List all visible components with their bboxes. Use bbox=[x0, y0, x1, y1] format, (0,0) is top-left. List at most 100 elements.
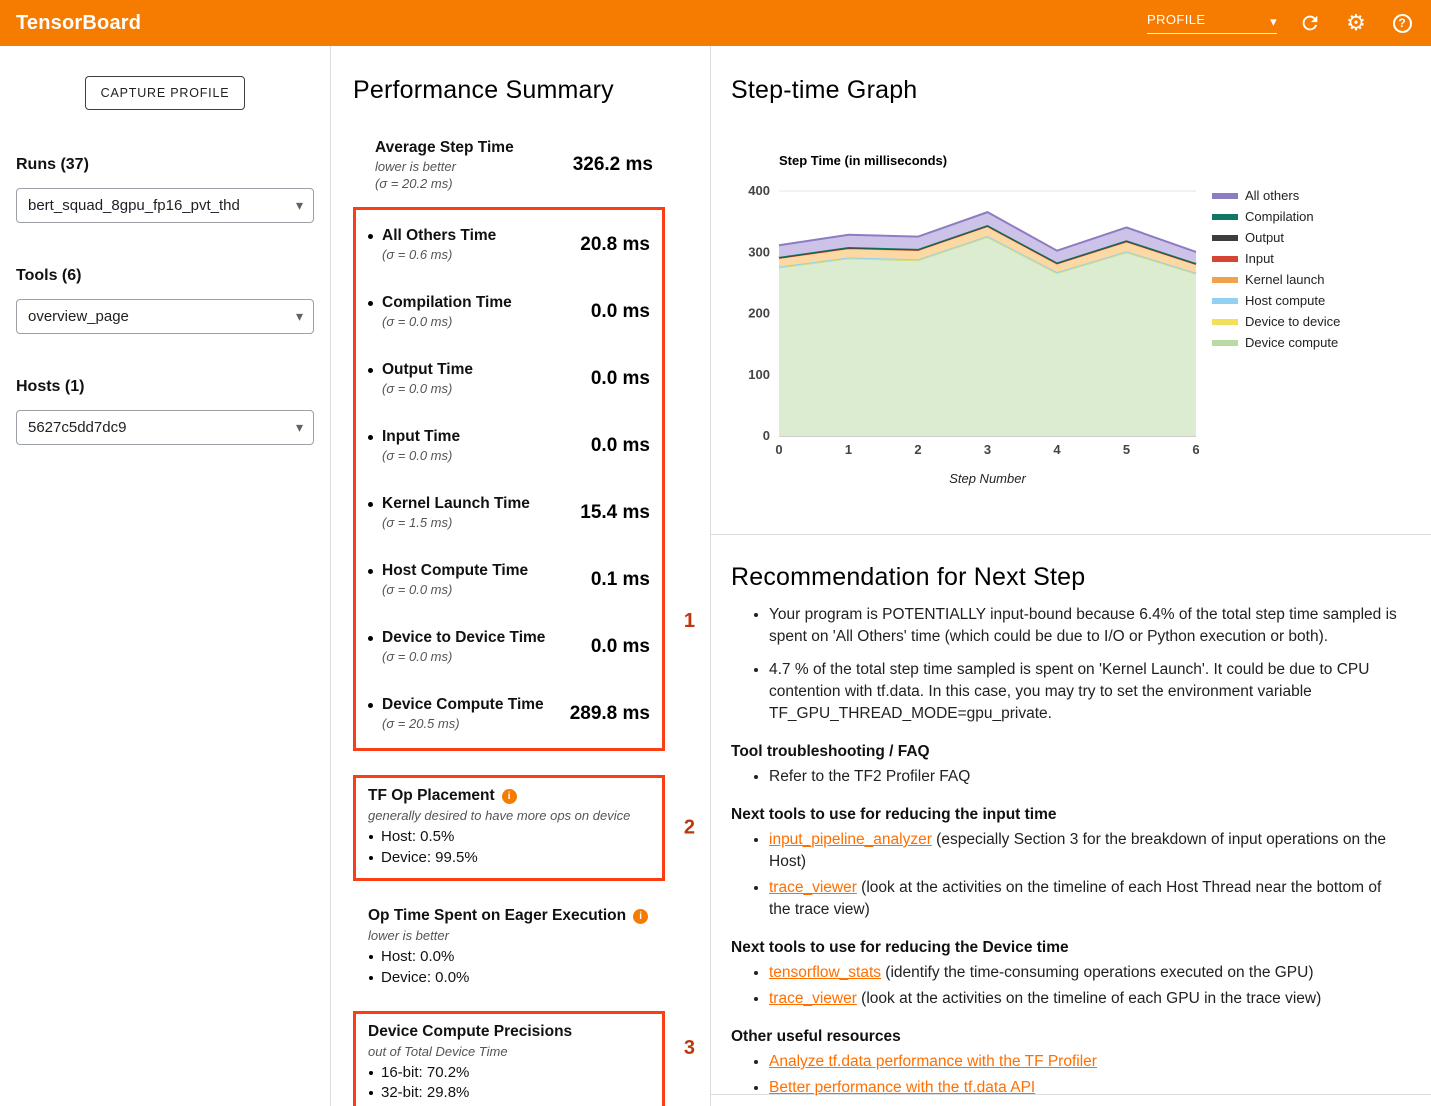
metric-left: Compilation Time (σ = 0.0 ms) bbox=[368, 294, 512, 329]
metric-value: 289.8 ms bbox=[570, 703, 650, 725]
eager-execution-title: Op Time Spent on Eager Execution bbox=[368, 907, 626, 925]
svg-text:Device to device: Device to device bbox=[1245, 314, 1340, 329]
bullet-icon bbox=[368, 636, 373, 641]
right-panel: Step-time Graph 01002003004000123456Step… bbox=[711, 46, 1431, 1106]
metric-sigma: (σ = 1.5 ms) bbox=[382, 515, 530, 530]
metric-sigma: (σ = 0.0 ms) bbox=[382, 649, 545, 664]
metric-sigma: (σ = 20.5 ms) bbox=[382, 716, 544, 731]
metric-sigma: (σ = 0.6 ms) bbox=[382, 247, 496, 262]
metric-text: Device to Device Time(σ = 0.0 ms) bbox=[382, 629, 545, 664]
metric-row: All Others Time(σ = 0.6 ms)20.8 ms bbox=[356, 211, 662, 278]
recommendation-link[interactable]: tensorflow_stats bbox=[769, 964, 881, 981]
precisions-annotation-wrap: Device Compute Precisions out of Total D… bbox=[353, 1011, 665, 1106]
tf-op-placement-box: TF Op Placement i generally desired to h… bbox=[353, 775, 665, 881]
metric-row: Kernel Launch Time(σ = 1.5 ms)15.4 ms bbox=[356, 479, 662, 546]
metric-label: All Others Time bbox=[382, 227, 496, 245]
metric-value: 0.1 ms bbox=[591, 569, 650, 591]
hosts-label: Hosts (1) bbox=[16, 378, 314, 396]
tools-group: Tools (6) overview_page ▾ bbox=[16, 267, 314, 334]
step-time-graph-title: Step-time Graph bbox=[731, 76, 1431, 105]
svg-text:0: 0 bbox=[775, 442, 782, 457]
metrics-annotation-wrap: All Others Time(σ = 0.6 ms)20.8 msCompil… bbox=[353, 207, 665, 751]
info-icon[interactable]: i bbox=[502, 789, 517, 804]
metric-text: Input Time(σ = 0.0 ms) bbox=[382, 428, 460, 463]
tools-label: Tools (6) bbox=[16, 267, 314, 285]
annotation-number-2: 2 bbox=[684, 817, 695, 840]
recommendation-item: Better performance with the tf.data API bbox=[769, 1077, 1407, 1099]
svg-text:Device compute: Device compute bbox=[1245, 335, 1338, 350]
metric-sigma: (σ = 0.0 ms) bbox=[382, 314, 512, 329]
recommendation-link[interactable]: input_pipeline_analyzer bbox=[769, 831, 932, 848]
chevron-down-icon: ▾ bbox=[1270, 17, 1277, 27]
recommendation-list: tensorflow_stats (identify the time-cons… bbox=[731, 962, 1407, 1010]
bullet-icon bbox=[368, 301, 373, 306]
recommendation-list: Analyze tf.data performance with the TF … bbox=[731, 1051, 1407, 1099]
device-compute-precisions-title: Device Compute Precisions bbox=[368, 1023, 572, 1041]
recommendation-link[interactable]: trace_viewer bbox=[769, 990, 857, 1007]
svg-text:Host compute: Host compute bbox=[1245, 293, 1325, 308]
tf-op-placement-note: generally desired to have more ops on de… bbox=[368, 808, 650, 823]
metric-left: Host Compute Time(σ = 0.0 ms) bbox=[368, 562, 528, 597]
recommendation-link[interactable]: Better performance with the tf.data API bbox=[769, 1079, 1035, 1096]
runs-select-value: bert_squad_8gpu_fp16_pvt_thd bbox=[28, 197, 240, 214]
capture-profile-button[interactable]: CAPTURE PROFILE bbox=[85, 76, 246, 110]
stat-item: Host: 0.5% bbox=[368, 827, 650, 848]
metric-label: Host Compute Time bbox=[382, 562, 528, 580]
metric-value: 0.0 ms bbox=[591, 368, 650, 390]
hosts-select[interactable]: 5627c5dd7dc9 ▾ bbox=[16, 410, 314, 445]
sidebar: CAPTURE PROFILE Runs (37) bert_squad_8gp… bbox=[0, 46, 331, 1106]
metric-label: Input Time bbox=[382, 428, 460, 446]
svg-text:Input: Input bbox=[1245, 251, 1274, 266]
metric-text: Compilation Time (σ = 0.0 ms) bbox=[382, 294, 512, 329]
metric-label: Compilation Time bbox=[382, 294, 512, 312]
recommendation-heading: Next tools to use for reducing the input… bbox=[731, 806, 1407, 824]
app-header: TensorBoard PROFILE ▾ ⚙ ? bbox=[0, 0, 1431, 46]
reload-button[interactable] bbox=[1297, 10, 1323, 36]
svg-text:300: 300 bbox=[748, 244, 770, 259]
svg-text:Step Number: Step Number bbox=[949, 471, 1026, 486]
svg-text:Output: Output bbox=[1245, 230, 1284, 245]
tf-op-placement-list: Host: 0.5%Device: 99.5% bbox=[368, 827, 650, 868]
runs-select[interactable]: bert_squad_8gpu_fp16_pvt_thd ▾ bbox=[16, 188, 314, 223]
recommendation-text: Refer to the TF2 Profiler FAQ bbox=[769, 768, 970, 785]
svg-text:0: 0 bbox=[763, 428, 770, 443]
metric-left: Device Compute Time (σ = 20.5 ms) bbox=[368, 696, 544, 731]
metric-value: 0.0 ms bbox=[591, 636, 650, 658]
recommendation-list: input_pipeline_analyzer (especially Sect… bbox=[731, 829, 1407, 921]
tools-select[interactable]: overview_page ▾ bbox=[16, 299, 314, 334]
bullet-icon bbox=[368, 234, 373, 239]
bullet-icon bbox=[368, 569, 373, 574]
recommendation-bullets: Your program is POTENTIALLY input-bound … bbox=[731, 604, 1407, 725]
svg-text:6: 6 bbox=[1192, 442, 1199, 457]
recommendation-heading: Next tools to use for reducing the Devic… bbox=[731, 939, 1407, 957]
gear-icon: ⚙ bbox=[1346, 10, 1366, 36]
info-icon[interactable]: i bbox=[633, 909, 648, 924]
help-button[interactable]: ? bbox=[1389, 10, 1415, 36]
metric-label: Device Compute Time bbox=[382, 696, 544, 714]
hosts-group: Hosts (1) 5627c5dd7dc9 ▾ bbox=[16, 378, 314, 445]
recommendation-item: 4.7 % of the total step time sampled is … bbox=[769, 659, 1407, 725]
recommendation-panel: Recommendation for Next Step Your progra… bbox=[711, 535, 1431, 1095]
metric-text: Kernel Launch Time (σ = 1.5 ms) bbox=[382, 495, 530, 530]
recommendation-item: Your program is POTENTIALLY input-bound … bbox=[769, 604, 1407, 648]
annotation-number-3: 3 bbox=[684, 1037, 695, 1060]
eager-execution-note: lower is better bbox=[368, 928, 653, 943]
bullet-icon bbox=[368, 368, 373, 373]
stat-item: Device: 99.5% bbox=[368, 848, 650, 869]
svg-text:3: 3 bbox=[984, 442, 991, 457]
recommendation-link[interactable]: Analyze tf.data performance with the TF … bbox=[769, 1053, 1097, 1070]
settings-button[interactable]: ⚙ bbox=[1343, 10, 1369, 36]
metric-text: All Others Time (σ = 0.6 ms) bbox=[382, 227, 496, 262]
average-step-time-row: Average Step Time lower is better (σ = 2… bbox=[353, 139, 665, 191]
app-title: TensorBoard bbox=[16, 12, 141, 35]
recommendation-link[interactable]: trace_viewer bbox=[769, 879, 857, 896]
step-time-graph-panel: Step-time Graph 01002003004000123456Step… bbox=[711, 46, 1431, 535]
dashboard-selector[interactable]: PROFILE ▾ bbox=[1147, 12, 1277, 34]
hosts-select-value: 5627c5dd7dc9 bbox=[28, 419, 126, 436]
recommendation-item: input_pipeline_analyzer (especially Sect… bbox=[769, 829, 1407, 873]
recommendation-title: Recommendation for Next Step bbox=[731, 563, 1407, 592]
svg-text:4: 4 bbox=[1053, 442, 1061, 457]
recommendation-sections: Tool troubleshooting / FAQRefer to the T… bbox=[731, 743, 1407, 1099]
metric-left: Input Time(σ = 0.0 ms) bbox=[368, 428, 460, 463]
metric-label: Kernel Launch Time bbox=[382, 495, 530, 513]
